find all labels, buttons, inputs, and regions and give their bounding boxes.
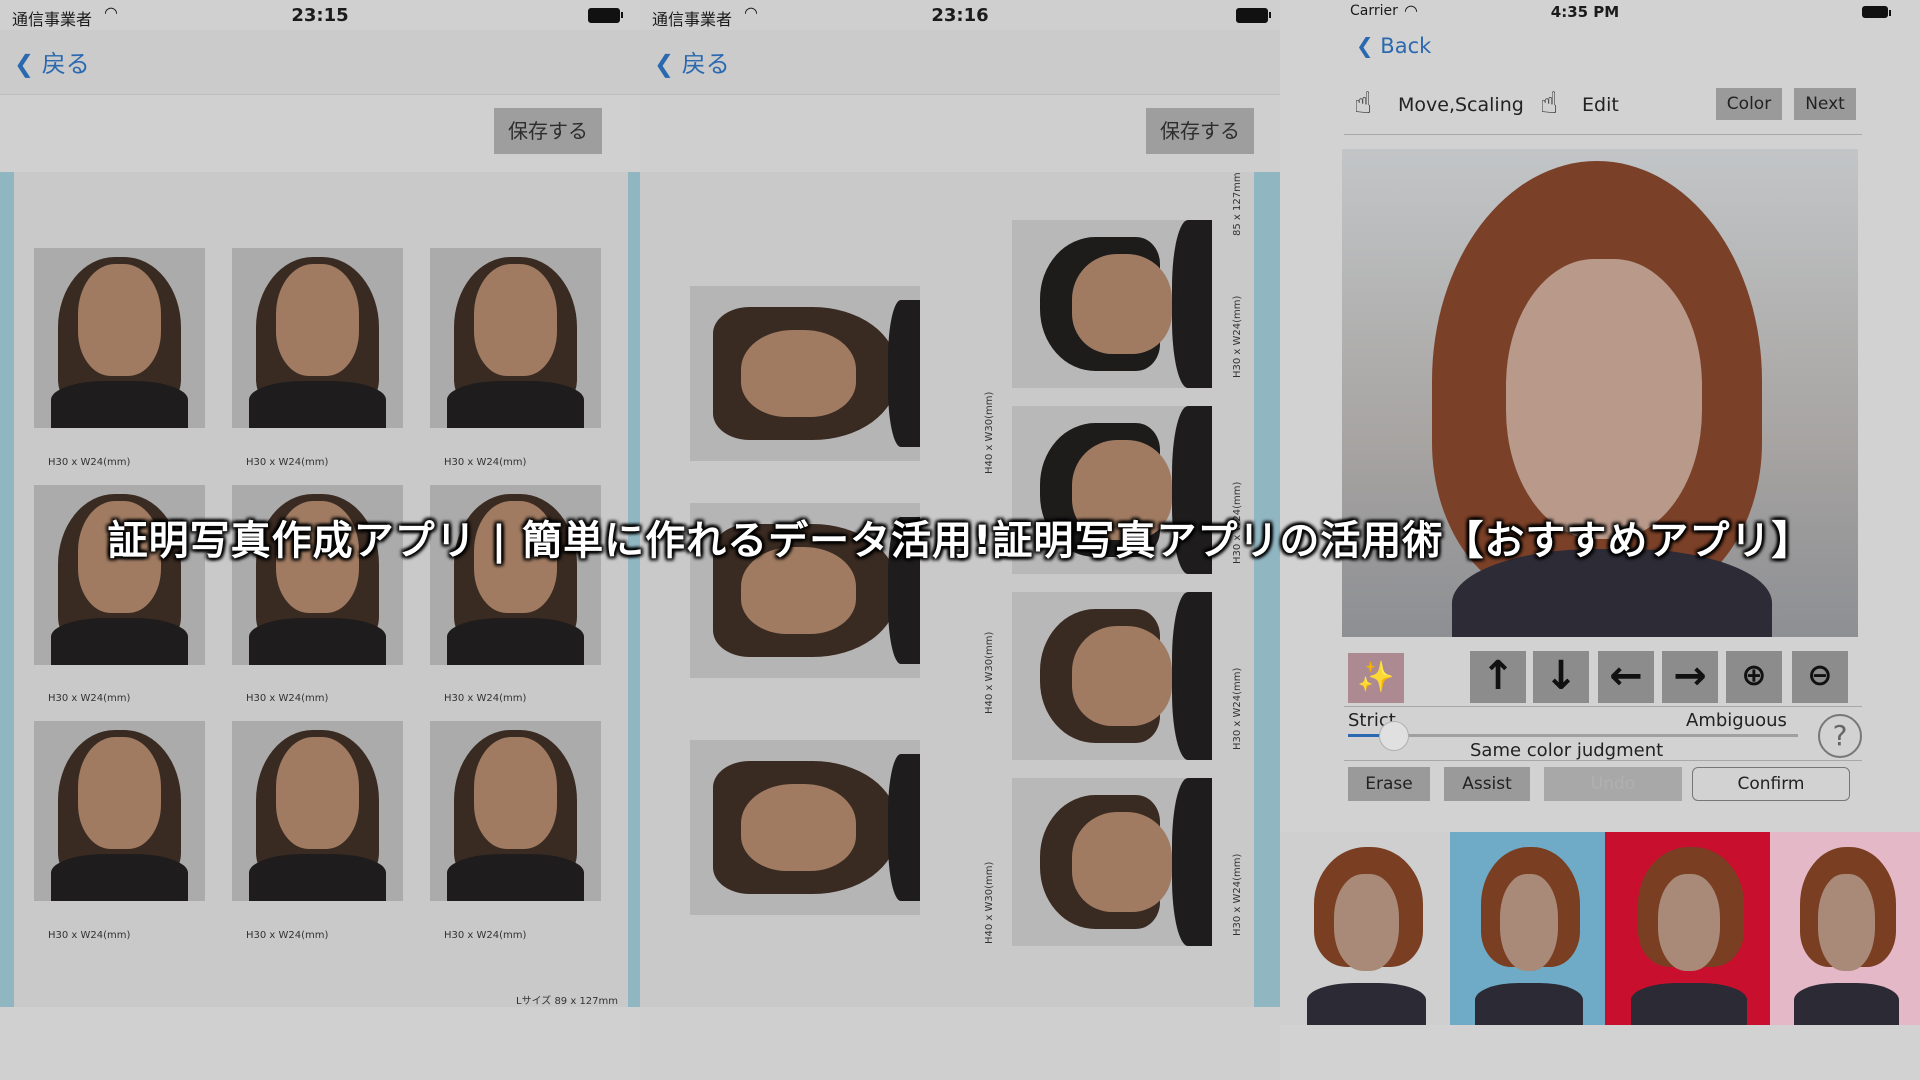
id-photo-small <box>1012 592 1212 760</box>
print-sheet: H30 x W24(mm) H30 x W24(mm) H30 x W24(mm… <box>0 172 640 1007</box>
id-photo <box>232 248 403 428</box>
move-scaling-tool[interactable]: Move,Scaling <box>1398 94 1524 116</box>
id-photo <box>34 721 205 901</box>
edit-tool[interactable]: Edit <box>1582 94 1619 116</box>
sheet-edge-left <box>0 172 14 1007</box>
photo-caption-small: H30 x W24(mm) <box>1232 853 1243 936</box>
status-time: 23:15 <box>291 5 349 26</box>
background-option[interactable] <box>1770 832 1920 1025</box>
divider <box>1344 134 1862 135</box>
photo-caption-large: H40 x W30(mm) <box>984 861 995 944</box>
nav-bar: ❮ 戻る <box>640 30 1280 95</box>
chevron-left-icon: ❮ <box>654 50 675 78</box>
id-photo-small <box>1012 220 1212 388</box>
magic-wand-icon[interactable]: ✨ <box>1348 653 1404 703</box>
photo-caption: H30 x W24(mm) <box>48 457 131 468</box>
back-label: Back <box>1380 34 1432 58</box>
photo-caption-small: H30 x W24(mm) <box>1232 295 1243 378</box>
photo-caption-small: H30 x W24(mm) <box>1232 667 1243 750</box>
id-photo <box>34 248 205 428</box>
assist-button[interactable]: Assist <box>1444 767 1530 801</box>
slider-caption: Same color judgment <box>1470 740 1664 761</box>
battery-icon <box>1236 8 1271 23</box>
background-option[interactable] <box>1605 832 1770 1025</box>
save-button[interactable]: 保存する <box>1146 108 1254 154</box>
sheet-edge-right <box>1254 172 1280 1007</box>
photo-caption-large: H40 x W30(mm) <box>984 631 995 714</box>
status-time: 4:35 PM <box>1550 3 1620 21</box>
face <box>1506 259 1702 539</box>
hand-pointer-icon: ☝ <box>1354 86 1373 121</box>
slider-ambiguous-label: Ambiguous <box>1686 710 1787 731</box>
move-right-button[interactable]: → <box>1662 651 1718 703</box>
photo-caption: H30 x W24(mm) <box>48 693 131 704</box>
photo-caption: H30 x W24(mm) <box>444 930 527 941</box>
background-option[interactable] <box>1280 832 1450 1025</box>
photo-caption: H30 x W24(mm) <box>246 930 329 941</box>
zoom-in-icon[interactable]: ⊕ <box>1726 651 1782 703</box>
hand-pointer-icon: ☝ <box>1540 86 1559 121</box>
id-photo <box>430 248 601 428</box>
back-button[interactable]: ❮ 戻る <box>654 44 730 79</box>
nav-bar: ❮ 戻る <box>0 30 640 95</box>
photo-caption: H30 x W24(mm) <box>48 930 131 941</box>
photo-caption: H30 x W24(mm) <box>246 693 329 704</box>
confirm-button[interactable]: Confirm <box>1692 767 1850 801</box>
battery-icon <box>1862 6 1891 18</box>
back-label: 戻る <box>41 50 90 78</box>
slider-track[interactable] <box>1348 721 1798 751</box>
save-button[interactable]: 保存する <box>494 108 602 154</box>
id-photo <box>430 721 601 901</box>
id-photo-large <box>690 740 920 915</box>
print-sheet: H40 x W30(mm) H40 x W30(mm) H40 x W30(mm… <box>640 172 1280 1007</box>
chevron-left-icon: ❮ <box>14 50 35 78</box>
background-option[interactable] <box>1450 832 1605 1025</box>
move-up-button[interactable]: ↑ <box>1470 651 1526 703</box>
status-time: 23:16 <box>931 5 989 26</box>
divider <box>1344 706 1862 707</box>
divider <box>1344 760 1862 761</box>
photo-caption-large: H40 x W30(mm) <box>984 391 995 474</box>
id-photo-large <box>690 286 920 461</box>
photo-caption: H30 x W24(mm) <box>444 693 527 704</box>
sheet-edge-right <box>628 172 640 1007</box>
back-button[interactable]: ❮ 戻る <box>14 44 90 79</box>
move-left-button[interactable]: ← <box>1598 651 1654 703</box>
sheet-size-label: Lサイズ 89 x 127mm <box>516 996 619 1007</box>
move-down-button[interactable]: ↓ <box>1533 651 1589 703</box>
page-title-overlay: 証明写真作成アプリ | 簡単に作れるデータ活用!証明写真アプリの活用術【おすすめ… <box>107 518 1813 564</box>
battery-icon <box>588 8 623 23</box>
color-button[interactable]: Color <box>1716 88 1782 120</box>
zoom-out-icon[interactable]: ⊖ <box>1792 651 1848 703</box>
question-icon[interactable]: ? <box>1818 714 1862 758</box>
photo-caption: H30 x W24(mm) <box>246 457 329 468</box>
undo-button[interactable]: Undo <box>1544 767 1682 801</box>
id-photo <box>232 721 403 901</box>
back-label: 戻る <box>681 50 730 78</box>
chevron-left-icon: ❮ <box>1356 34 1374 58</box>
next-button[interactable]: Next <box>1794 88 1856 120</box>
status-bar: 通信事業者 ◠ 23:16 <box>640 0 1280 30</box>
status-bar: 通信事業者 ◠ 23:15 <box>0 0 640 30</box>
nav-bar: ❮ Back <box>1280 22 1920 80</box>
erase-button[interactable]: Erase <box>1348 767 1430 801</box>
photo-caption: H30 x W24(mm) <box>444 457 527 468</box>
sheet-size-label: 85 x 127mm <box>1232 172 1243 236</box>
id-photo-small <box>1012 778 1212 946</box>
slider-thumb[interactable] <box>1379 721 1409 751</box>
back-button[interactable]: ❮ Back <box>1356 34 1431 58</box>
